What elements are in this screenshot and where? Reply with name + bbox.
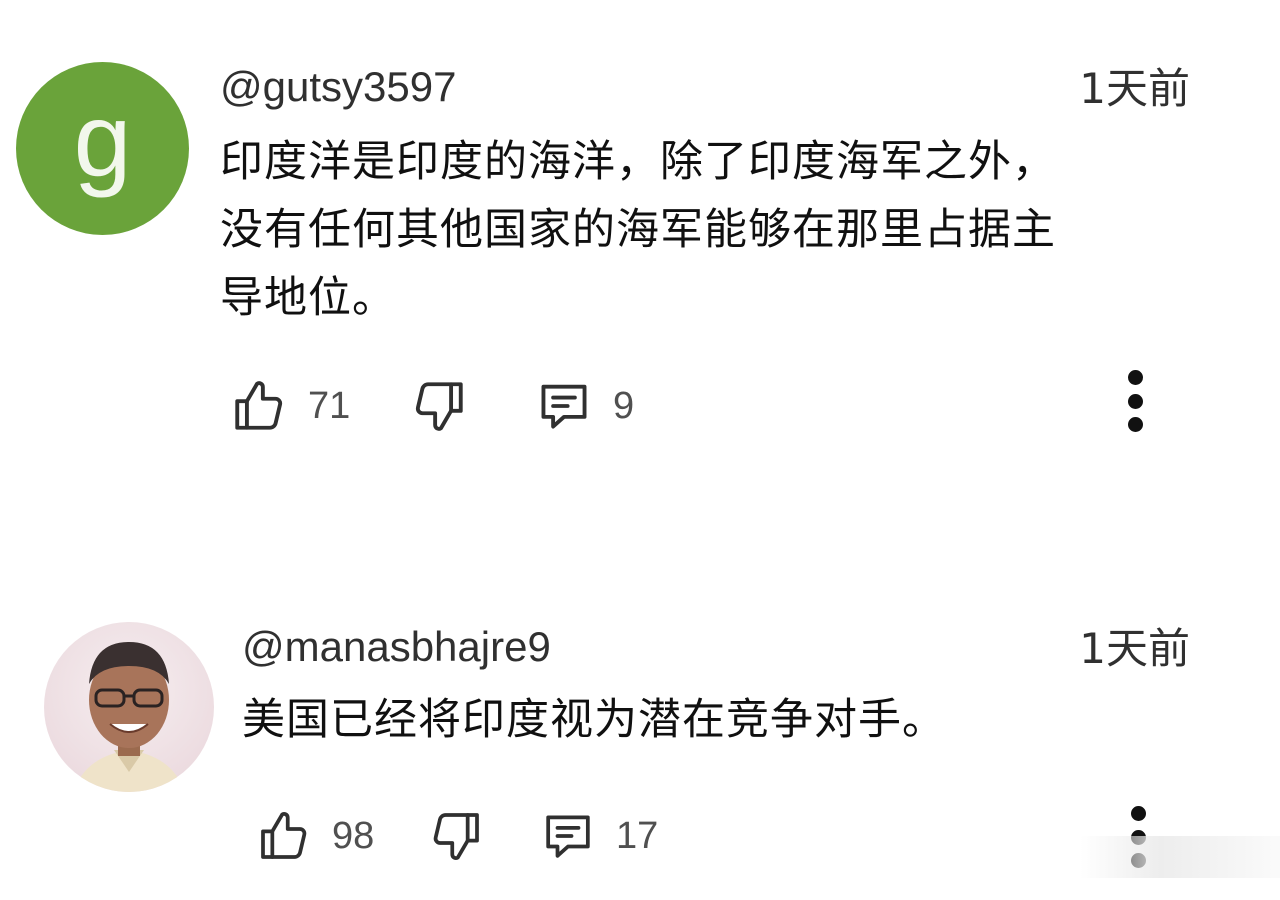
comment-author[interactable]: @gutsy3597: [220, 62, 456, 112]
more-options-button[interactable]: [1115, 370, 1155, 432]
dislike-button[interactable]: [428, 806, 484, 866]
reply-count: 9: [613, 384, 635, 427]
comment-text-line: 导地位。: [220, 273, 396, 323]
more-vertical-icon: [1127, 370, 1143, 385]
thumbs-down-icon: [415, 382, 463, 431]
like-count: 98: [332, 814, 375, 857]
comment-item: g @gutsy3597 1天前 印度洋是印度的海洋，除了印度海军之外， 没有任…: [0, 0, 1280, 520]
reply-count: 17: [616, 814, 659, 857]
comment-text: 美国已经将印度视为潜在竞争对手。: [242, 686, 1202, 754]
thumbs-up-icon: [261, 812, 307, 859]
avatar[interactable]: g: [16, 62, 189, 235]
comment-actions: 98 17: [256, 806, 1206, 868]
avatar-photo: [74, 642, 184, 792]
comment-actions: 71 9: [230, 370, 1180, 436]
like-count: 71: [308, 384, 351, 427]
reply-button[interactable]: 17: [540, 806, 658, 866]
comment-timestamp[interactable]: 1天前: [1079, 624, 1190, 674]
more-dot: [1127, 417, 1143, 432]
avatar-letter: g: [73, 83, 132, 199]
more-dot: [1127, 393, 1143, 409]
comment-icon: [546, 815, 590, 858]
dislike-button[interactable]: [410, 376, 468, 436]
more-vertical-icon: [1130, 806, 1146, 821]
thumbs-up-icon: [235, 381, 283, 430]
thumbs-down-icon: [433, 813, 479, 860]
watermark-overlay: [1080, 836, 1280, 878]
comment-icon: [541, 384, 587, 429]
avatar[interactable]: [44, 622, 214, 792]
comment-timestamp[interactable]: 1天前: [1079, 64, 1190, 114]
comment-text-line: 印度洋是印度的海洋，除了印度海军之外，: [220, 137, 1056, 187]
like-button[interactable]: 71: [230, 376, 350, 436]
comment-author[interactable]: @manasbhajre9: [242, 622, 551, 672]
comment-text: 印度洋是印度的海洋，除了印度海军之外， 没有任何其他国家的海军能够在那里占据主 …: [220, 128, 1210, 332]
like-button[interactable]: 98: [256, 806, 374, 866]
comment-text-line: 美国已经将印度视为潜在竞争对手。: [242, 695, 946, 745]
reply-button[interactable]: 9: [535, 376, 634, 436]
comment-text-line: 没有任何其他国家的海军能够在那里占据主: [220, 205, 1056, 255]
